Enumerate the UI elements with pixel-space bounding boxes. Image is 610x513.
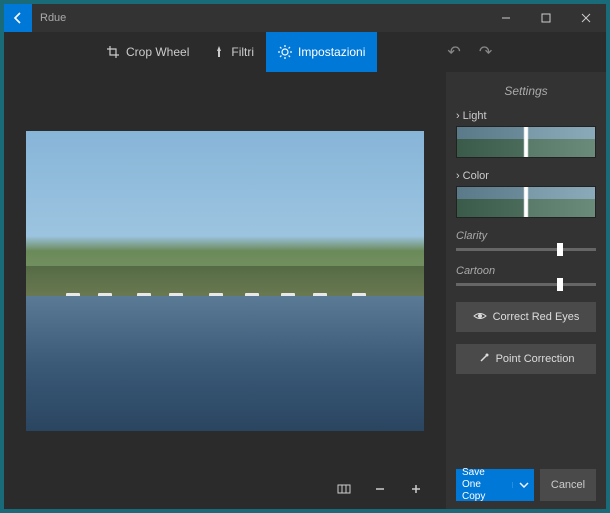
panel-title: Settings [446, 72, 606, 106]
undo-button[interactable]: ↶ [447, 42, 460, 62]
bottom-actions: Save One Copy Cancel [446, 461, 606, 509]
section-light[interactable]: › Light [446, 106, 606, 166]
tab-filters[interactable]: Filtri [201, 32, 266, 72]
sun-icon [278, 45, 292, 59]
zoom-in-button[interactable] [406, 479, 426, 499]
undo-redo-group: ↶ ↷ [447, 42, 492, 62]
toolbar: Crop Wheel Filtri Impostazioni ↶ ↷ [4, 32, 606, 72]
clarity-thumb[interactable] [557, 243, 563, 256]
tab-crop[interactable]: Crop Wheel [94, 32, 201, 72]
cartoon-slider[interactable] [456, 283, 596, 286]
cartoon-label: Cartoon [456, 265, 596, 277]
save-line2: Copy [462, 491, 506, 503]
save-dropdown[interactable] [512, 482, 534, 488]
save-button[interactable]: Save One Copy [456, 469, 534, 501]
redeye-label: Correct Red Eyes [493, 311, 580, 323]
minimize-button[interactable] [486, 4, 526, 32]
canvas-area [4, 72, 446, 509]
title-text: Rdue [40, 12, 66, 24]
tab-crop-label: Crop Wheel [126, 45, 189, 59]
point-correction-button[interactable]: Point Correction [456, 344, 596, 374]
app-window: Rdue Crop Wheel Filtri Impostazioni ↶ ↷ [4, 4, 606, 509]
tab-settings-label: Impostazioni [298, 45, 365, 59]
light-label: Light [463, 110, 487, 122]
maximize-button[interactable] [526, 4, 566, 32]
titlebar: Rdue [4, 4, 606, 32]
photo-preview[interactable] [26, 131, 424, 431]
tab-settings[interactable]: Impostazioni [266, 32, 377, 72]
color-preview[interactable] [456, 186, 596, 218]
brush-icon [213, 45, 225, 59]
clarity-group: Clarity [446, 226, 606, 261]
tab-filters-label: Filtri [231, 45, 254, 59]
eye-icon [473, 311, 487, 324]
crop-icon [106, 45, 120, 59]
clarity-slider[interactable] [456, 248, 596, 251]
color-header: › Color [456, 170, 596, 182]
point-label: Point Correction [496, 353, 575, 365]
back-button[interactable] [4, 4, 32, 32]
zoom-bar [4, 469, 446, 509]
cartoon-group: Cartoon [446, 261, 606, 296]
wand-icon [478, 352, 490, 367]
window-controls [486, 4, 606, 32]
fit-button[interactable] [334, 479, 354, 499]
clarity-label: Clarity [456, 230, 596, 242]
chevron-right-icon: › [456, 110, 460, 122]
section-color[interactable]: › Color [446, 166, 606, 226]
save-line1: Save One [462, 467, 506, 491]
cancel-button[interactable]: Cancel [540, 469, 596, 501]
light-preview[interactable] [456, 126, 596, 158]
color-label: Color [463, 170, 489, 182]
main-area: Settings › Light › Color Clarity [4, 72, 606, 509]
chevron-right-icon: › [456, 170, 460, 182]
settings-panel: Settings › Light › Color Clarity [446, 72, 606, 509]
redeye-button[interactable]: Correct Red Eyes [456, 302, 596, 332]
cartoon-thumb[interactable] [557, 278, 563, 291]
canvas-viewport [4, 72, 446, 469]
zoom-out-button[interactable] [370, 479, 390, 499]
redo-button[interactable]: ↷ [479, 42, 492, 62]
close-button[interactable] [566, 4, 606, 32]
light-header: › Light [456, 110, 596, 122]
